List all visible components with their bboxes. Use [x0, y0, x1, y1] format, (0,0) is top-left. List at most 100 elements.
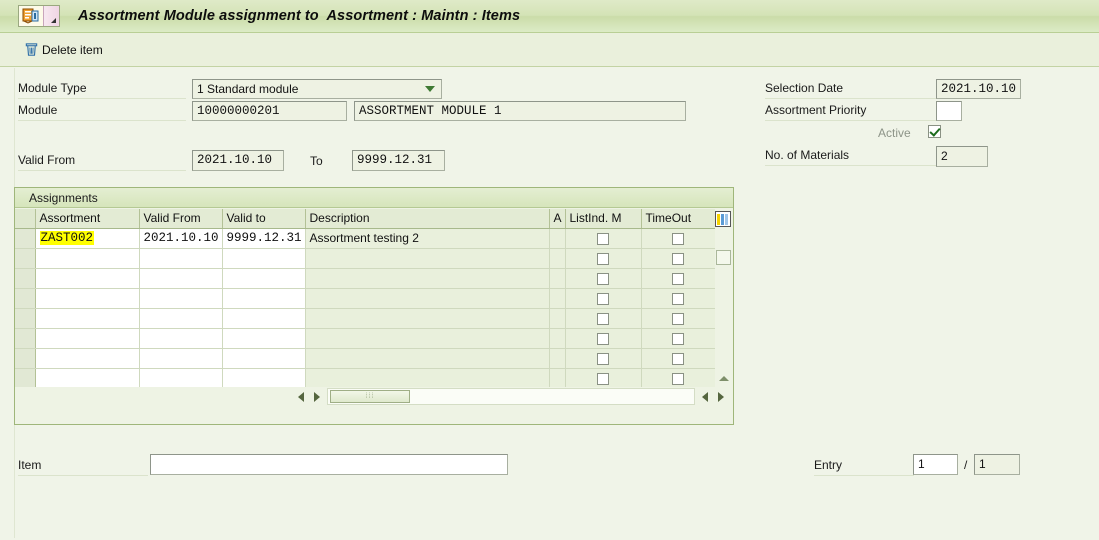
cell-listind_m[interactable]: [565, 308, 642, 329]
active-checkbox[interactable]: [928, 125, 941, 138]
cell-description[interactable]: [305, 288, 550, 309]
arrow-left-icon[interactable]: [293, 389, 309, 405]
timeout-checkbox[interactable]: [672, 292, 684, 305]
cell-assortment[interactable]: [35, 308, 140, 329]
listind_m-checkbox[interactable]: [597, 272, 609, 285]
row-selector[interactable]: [15, 248, 36, 269]
scroll-thumb-top[interactable]: [716, 250, 731, 265]
cell-listind_m[interactable]: [565, 328, 642, 349]
valid-from-field[interactable]: 2021.10.10: [192, 150, 284, 171]
cell-valid_from[interactable]: [139, 328, 223, 349]
row-selector[interactable]: [15, 288, 36, 309]
table-row[interactable]: [15, 248, 716, 269]
cell-valid_to[interactable]: [222, 348, 306, 369]
horizontal-scrollbar[interactable]: ⁞⁞⁞: [15, 387, 733, 406]
cell-description[interactable]: [305, 308, 550, 329]
table-row[interactable]: [15, 368, 716, 389]
cell-timeout[interactable]: [641, 248, 716, 269]
row-selector[interactable]: [15, 308, 36, 329]
column-header-assortment[interactable]: Assortment: [35, 209, 140, 229]
cell-valid_to[interactable]: [222, 308, 306, 329]
table-row[interactable]: [15, 308, 716, 329]
listind_m-checkbox[interactable]: [597, 332, 609, 345]
cell-a[interactable]: [549, 248, 566, 269]
cell-valid_from[interactable]: [139, 248, 223, 269]
table-row[interactable]: [15, 348, 716, 369]
cell-description[interactable]: [305, 368, 550, 389]
cell-valid_from[interactable]: [139, 348, 223, 369]
timeout-checkbox[interactable]: [672, 272, 684, 285]
assortment-priority-field[interactable]: [936, 101, 962, 121]
cell-a[interactable]: [549, 308, 566, 329]
listind_m-checkbox[interactable]: [597, 352, 609, 365]
cell-listind_m[interactable]: [565, 248, 642, 269]
cell-a[interactable]: [549, 228, 566, 249]
timeout-checkbox[interactable]: [672, 332, 684, 345]
arrow-up-icon[interactable]: [716, 371, 731, 386]
cell-description[interactable]: [305, 328, 550, 349]
cell-a[interactable]: [549, 368, 566, 389]
valid-to-field[interactable]: 9999.12.31: [352, 150, 445, 171]
cell-a[interactable]: [549, 268, 566, 289]
cell-valid_to[interactable]: [222, 268, 306, 289]
cell-timeout[interactable]: [641, 348, 716, 369]
cell-listind_m[interactable]: [565, 288, 642, 309]
row-selector[interactable]: [15, 228, 36, 249]
table-row[interactable]: [15, 268, 716, 289]
cell-listind_m[interactable]: [565, 268, 642, 289]
selection-date-field[interactable]: 2021.10.10: [936, 79, 1021, 99]
cell-assortment[interactable]: [35, 268, 140, 289]
column-header-a[interactable]: A: [549, 209, 566, 229]
cell-assortment[interactable]: [35, 368, 140, 389]
cell-description[interactable]: [305, 348, 550, 369]
chevron-down-icon[interactable]: [425, 86, 435, 92]
cell-valid_to[interactable]: [222, 368, 306, 389]
module-field[interactable]: 10000000201: [192, 101, 347, 121]
column-header-timeout[interactable]: TimeOut: [641, 209, 716, 229]
cell-a[interactable]: [549, 348, 566, 369]
arrow-left-icon-end[interactable]: [697, 389, 713, 405]
listind_m-checkbox[interactable]: [597, 252, 609, 265]
cell-timeout[interactable]: [641, 308, 716, 329]
listind_m-checkbox[interactable]: [597, 292, 609, 305]
cell-description[interactable]: [305, 248, 550, 269]
horizontal-scroll-thumb[interactable]: ⁞⁞⁞: [330, 390, 410, 403]
module-type-select[interactable]: 1 Standard module: [192, 79, 442, 99]
timeout-checkbox[interactable]: [672, 232, 684, 245]
arrow-right-icon-end[interactable]: [713, 389, 729, 405]
vertical-scrollbar[interactable]: [715, 209, 732, 403]
cell-listind_m[interactable]: [565, 368, 642, 389]
item-input[interactable]: [150, 454, 508, 475]
cell-listind_m[interactable]: [565, 228, 642, 249]
column-header-valid_from[interactable]: Valid From: [139, 209, 223, 229]
timeout-checkbox[interactable]: [672, 252, 684, 265]
row-selector[interactable]: [15, 368, 36, 389]
cell-timeout[interactable]: [641, 328, 716, 349]
cell-valid_from[interactable]: 2021.10.10: [139, 228, 223, 249]
cell-valid_from[interactable]: [139, 288, 223, 309]
cell-description[interactable]: [305, 268, 550, 289]
table-row[interactable]: [15, 328, 716, 349]
listind_m-checkbox[interactable]: [597, 372, 609, 385]
delete-item-button[interactable]: Delete item: [20, 40, 107, 59]
cell-assortment[interactable]: [35, 348, 140, 369]
cell-valid_to[interactable]: [222, 248, 306, 269]
cell-timeout[interactable]: [641, 268, 716, 289]
horizontal-scroll-track[interactable]: ⁞⁞⁞: [327, 388, 695, 405]
cell-assortment[interactable]: [35, 328, 140, 349]
cell-a[interactable]: [549, 328, 566, 349]
cell-description[interactable]: Assortment testing 2: [305, 228, 550, 249]
cell-assortment[interactable]: ZAST002: [35, 228, 140, 249]
column-settings-icon[interactable]: [715, 211, 731, 227]
system-menu-button[interactable]: [18, 5, 60, 27]
column-header-description[interactable]: Description: [305, 209, 550, 229]
cell-valid_from[interactable]: [139, 268, 223, 289]
cell-a[interactable]: [549, 288, 566, 309]
cell-assortment[interactable]: [35, 248, 140, 269]
cell-valid_to[interactable]: 9999.12.31: [222, 228, 306, 249]
system-menu-dropdown-icon[interactable]: [43, 6, 59, 26]
row-selector[interactable]: [15, 328, 36, 349]
cell-timeout[interactable]: [641, 368, 716, 389]
cell-assortment[interactable]: [35, 288, 140, 309]
table-row[interactable]: [15, 288, 716, 309]
